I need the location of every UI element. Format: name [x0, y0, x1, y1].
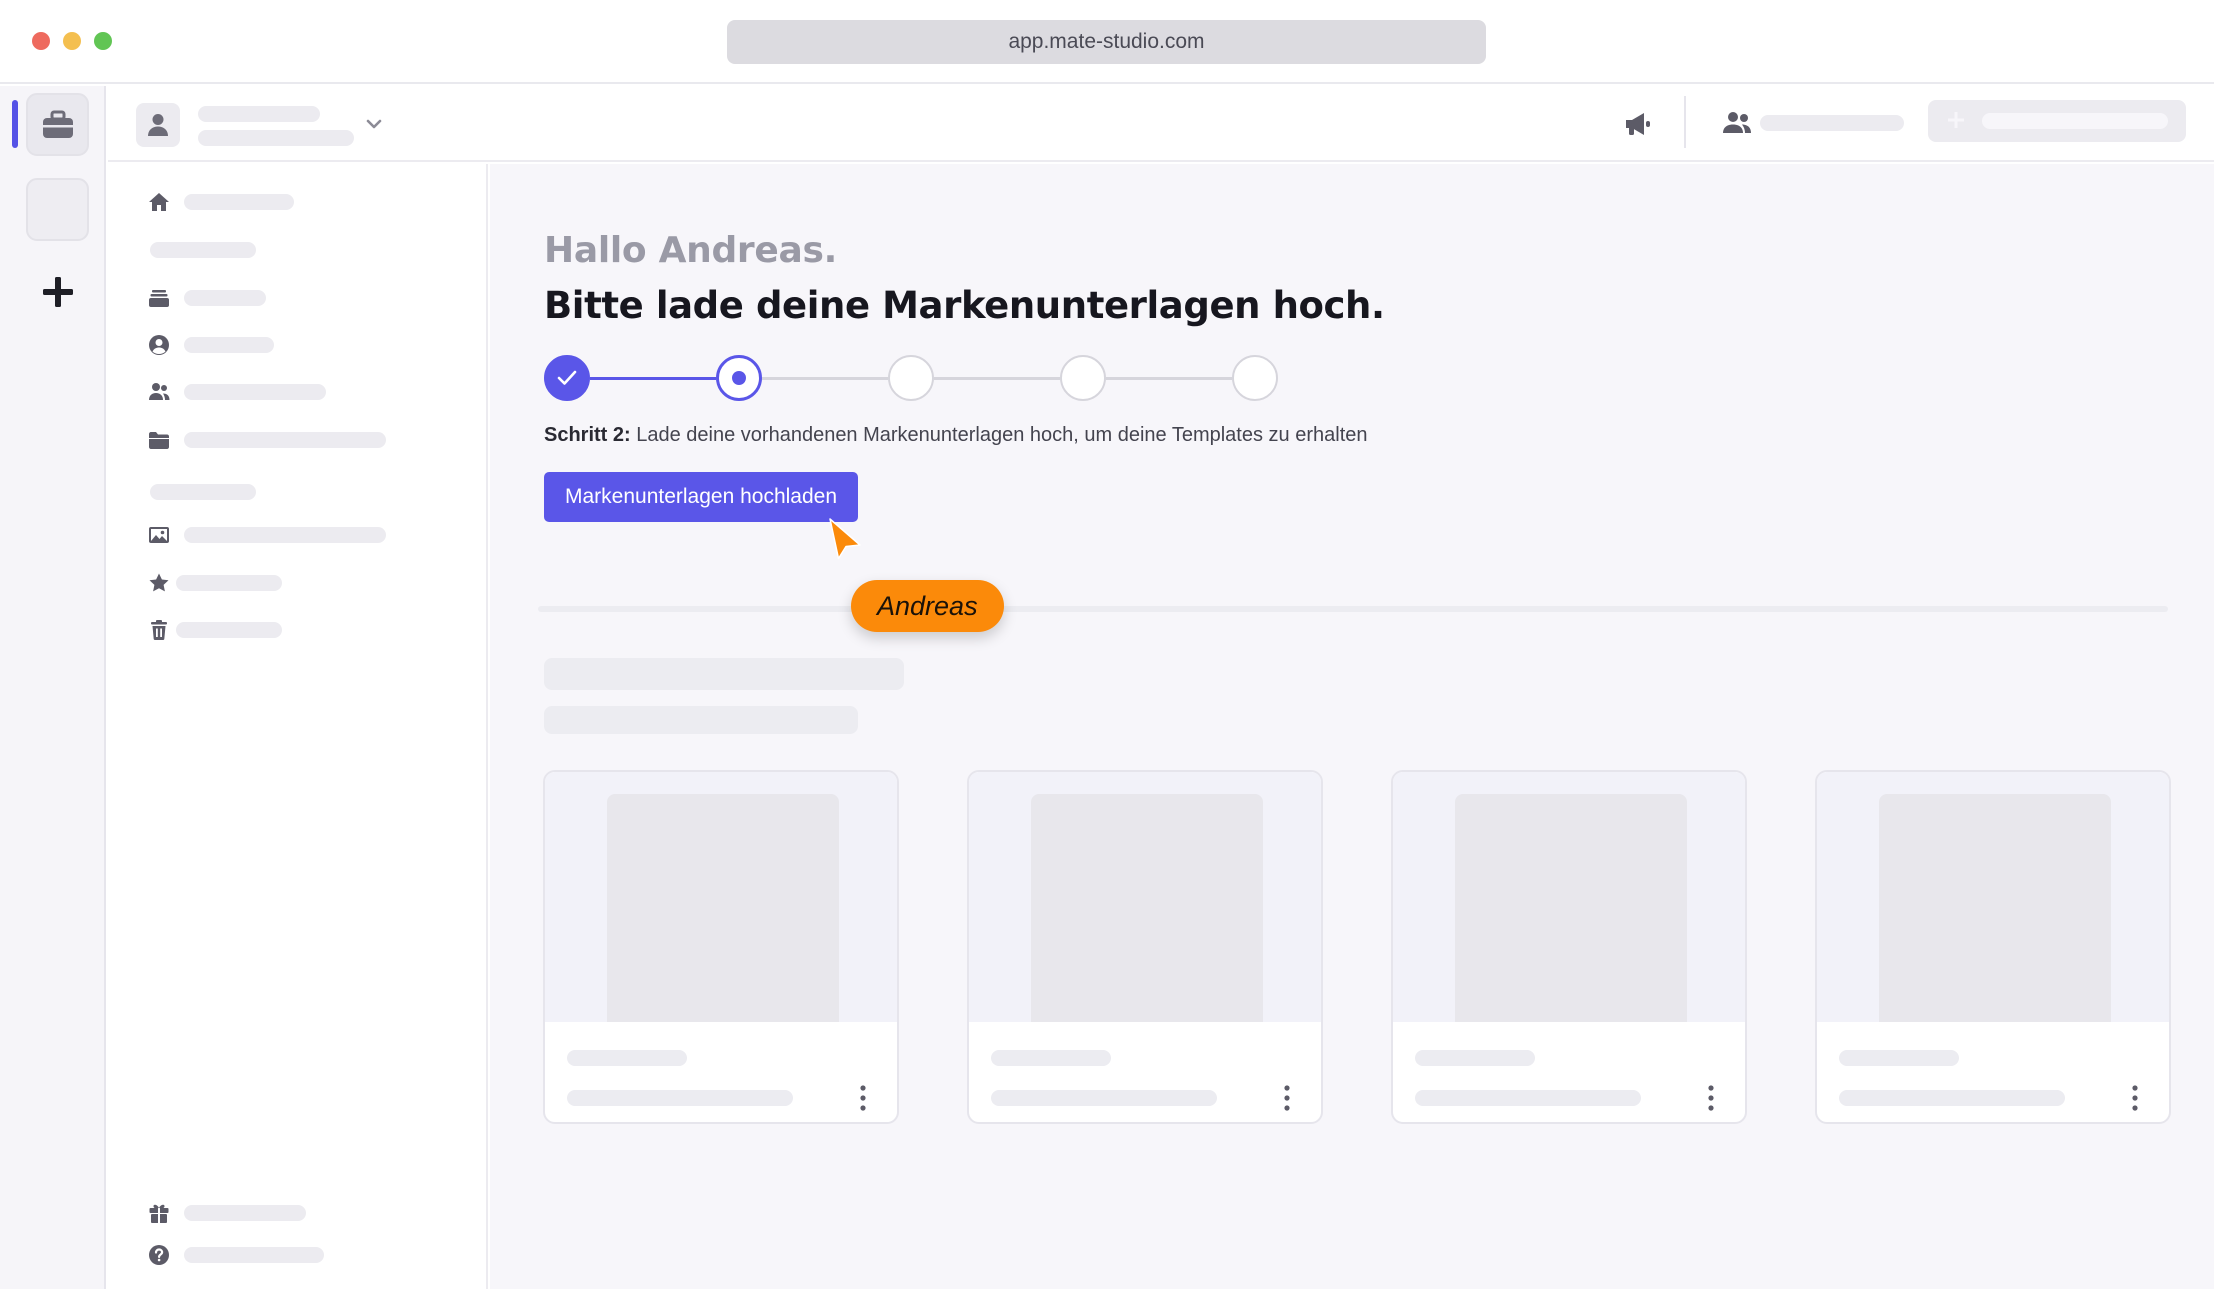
template-thumbnail — [1817, 772, 2169, 1022]
card-title-skeleton — [1839, 1050, 1959, 1066]
kebab-menu-icon[interactable] — [853, 1080, 873, 1116]
sidebar-item-skeleton[interactable] — [184, 1247, 324, 1263]
sidebar-section-skeleton — [150, 242, 256, 258]
step-4[interactable] — [1060, 355, 1106, 401]
profile-name-skeleton — [198, 106, 320, 122]
sidebar-item-skeleton[interactable] — [184, 384, 326, 400]
plus-icon — [1948, 112, 1964, 128]
sidebar-item-skeleton[interactable] — [184, 290, 266, 306]
step-1-completed[interactable] — [544, 355, 590, 401]
user-circle-icon[interactable] — [148, 334, 170, 356]
sidebar-item-home-skeleton[interactable] — [184, 194, 294, 210]
template-preview — [1455, 794, 1687, 1022]
card-title-skeleton — [1415, 1050, 1535, 1066]
step-2-current[interactable] — [716, 355, 762, 401]
checkmark-icon — [557, 370, 577, 385]
content-divider — [538, 606, 2168, 612]
profile-subtitle-skeleton — [198, 130, 354, 146]
add-workspace-plus-icon[interactable] — [38, 272, 78, 312]
address-bar[interactable]: app.mate-studio.com — [727, 20, 1486, 64]
sidebar-item-skeleton[interactable] — [176, 622, 282, 638]
template-thumbnail — [545, 772, 897, 1022]
trash-icon[interactable] — [148, 619, 170, 641]
page-title: Bitte lade deine Markenunterlagen hoch. — [544, 284, 1385, 327]
step-description: Schritt 2: Lade deine vorhandenen Marken… — [544, 424, 1368, 447]
sidebar-section-skeleton — [150, 484, 256, 500]
megaphone-icon[interactable] — [1623, 110, 1653, 138]
card-subtitle-skeleton — [1415, 1090, 1641, 1106]
workspace-button[interactable] — [26, 178, 89, 241]
create-button[interactable] — [1928, 100, 2186, 142]
profile-avatar[interactable] — [136, 103, 180, 147]
create-button-label-skeleton — [1982, 113, 2168, 129]
browser-chrome: app.mate-studio.com — [0, 0, 2214, 84]
template-thumbnail — [1393, 772, 1745, 1022]
window-maximize-button[interactable] — [94, 32, 112, 50]
chevron-down-icon[interactable] — [364, 114, 384, 134]
sidebar-item-skeleton[interactable] — [184, 432, 386, 448]
top-header — [108, 86, 2214, 162]
template-card[interactable] — [1815, 770, 2171, 1124]
users-icon[interactable] — [148, 381, 170, 403]
sidebar-item-skeleton[interactable] — [184, 527, 386, 543]
template-preview — [607, 794, 839, 1022]
section-title-skeleton — [544, 658, 904, 690]
sidebar-item-skeleton[interactable] — [184, 1205, 306, 1221]
upload-brand-assets-button[interactable]: Markenunterlagen hochladen — [544, 472, 858, 522]
kebab-menu-icon[interactable] — [1701, 1080, 1721, 1116]
gift-icon[interactable] — [148, 1202, 170, 1224]
step-label: Schritt 2: — [544, 424, 631, 446]
sidebar — [108, 164, 488, 1289]
template-card[interactable] — [543, 770, 899, 1124]
folder-icon[interactable] — [148, 429, 170, 451]
stepper-line — [1106, 377, 1232, 380]
help-icon[interactable] — [148, 1244, 170, 1266]
template-card[interactable] — [1391, 770, 1747, 1124]
step-3[interactable] — [888, 355, 934, 401]
pointer-cursor-icon — [829, 518, 861, 560]
users-icon[interactable] — [1722, 110, 1752, 136]
window-minimize-button[interactable] — [63, 32, 81, 50]
kebab-menu-icon[interactable] — [1277, 1080, 1297, 1116]
team-label-skeleton — [1760, 115, 1904, 131]
step-description-text: Lade deine vorhandenen Markenunterlagen … — [636, 424, 1368, 446]
home-icon[interactable] — [148, 191, 170, 213]
sidebar-item-skeleton[interactable] — [184, 337, 274, 353]
main-content: Hallo Andreas. Bitte lade deine Markenun… — [490, 164, 2214, 1289]
card-title-skeleton — [567, 1050, 687, 1066]
window-close-button[interactable] — [32, 32, 50, 50]
template-card[interactable] — [967, 770, 1323, 1124]
card-subtitle-skeleton — [567, 1090, 793, 1106]
active-workspace-indicator — [12, 100, 18, 148]
stepper-line — [934, 377, 1060, 380]
current-step-dot — [732, 371, 746, 385]
template-thumbnail — [969, 772, 1321, 1022]
collaborator-cursor-label: Andreas — [851, 580, 1004, 632]
template-preview — [1031, 794, 1263, 1022]
onboarding-stepper — [544, 354, 1284, 404]
step-5[interactable] — [1232, 355, 1278, 401]
card-title-skeleton — [991, 1050, 1111, 1066]
kebab-menu-icon[interactable] — [2125, 1080, 2145, 1116]
user-icon — [148, 114, 168, 136]
workspace-button-active[interactable] — [26, 93, 89, 156]
archive-icon[interactable] — [148, 287, 170, 309]
image-icon[interactable] — [148, 524, 170, 546]
star-icon[interactable] — [148, 572, 170, 594]
sidebar-item-skeleton[interactable] — [176, 575, 282, 591]
card-subtitle-skeleton — [991, 1090, 1217, 1106]
header-divider — [1684, 96, 1686, 148]
stepper-line — [762, 377, 888, 380]
template-preview — [1879, 794, 2111, 1022]
greeting: Hallo Andreas. — [544, 230, 837, 271]
workspace-rail — [0, 86, 106, 1289]
section-subtitle-skeleton — [544, 706, 858, 734]
stepper-line-complete — [590, 377, 716, 380]
card-subtitle-skeleton — [1839, 1090, 2065, 1106]
briefcase-icon — [42, 110, 73, 138]
